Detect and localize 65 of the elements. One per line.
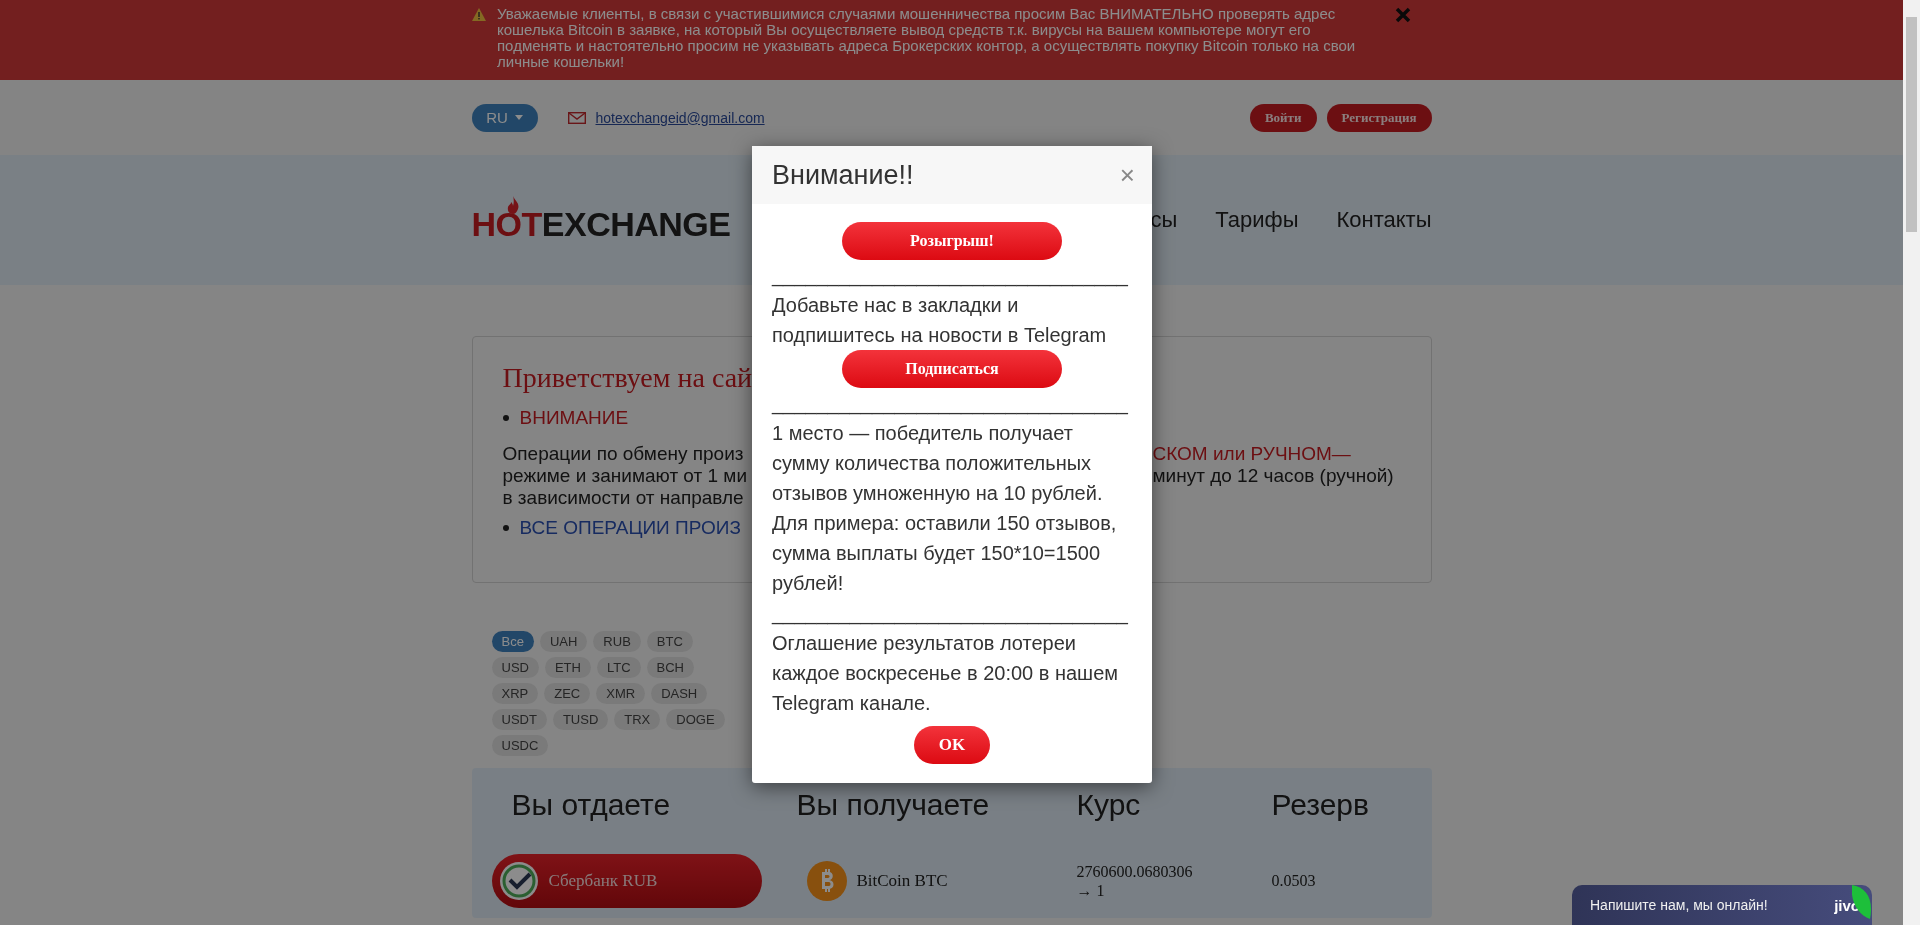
bullet-icon	[502, 525, 509, 531]
nav-link[interactable]: Тарифы	[1215, 207, 1299, 233]
notice-text: СКОМ или РУЧНОМ—	[1152, 443, 1351, 464]
nav-link[interactable]: сы	[1150, 207, 1178, 233]
currency-filter[interactable]: USDT	[491, 709, 547, 730]
underscore-divider: ________________________________	[772, 264, 1128, 286]
column-header: Курс	[1075, 787, 1142, 823]
rate-text: 2760600.0680306	[1076, 862, 1194, 881]
currency-filter[interactable]: TRX	[614, 709, 661, 730]
currency-option[interactable]: Сбербанк RUB	[491, 854, 762, 908]
underscore-divider: ________________________________	[772, 392, 1128, 414]
register-button[interactable]: Регистрация	[1326, 103, 1432, 132]
modal-paragraph: Добавьте нас в закладки и подпишитесь на новости в Telegram	[772, 293, 1108, 348]
currency-filter[interactable]: XMR	[596, 683, 646, 704]
currency-filter[interactable]: Все	[491, 631, 534, 652]
bullet-icon	[502, 415, 509, 421]
language-dropdown[interactable]: RU	[471, 103, 538, 132]
scrollbar[interactable]	[1903, 0, 1920, 925]
column-header: Вы отдаете	[510, 787, 672, 823]
modal-paragraph: 1 место — победитель получает сумму количества положительных отзывов умноженную на 10 рублей. Для примера: оставили 150 отзывов, сумма выплаты будет 150*10=1500 рублей!	[772, 421, 1118, 596]
action-button[interactable]: Розыгрыш!	[842, 222, 1062, 260]
currency-filter[interactable]: XRP	[491, 683, 539, 704]
currency-filter[interactable]: USD	[491, 657, 539, 678]
currency-filter[interactable]: TUSD	[552, 709, 609, 730]
underscore-divider: ________________________________	[772, 602, 1128, 624]
currency-filter[interactable]: DASH	[651, 683, 708, 704]
warning-icon	[472, 8, 486, 21]
column-header: Вы получаете	[795, 787, 991, 823]
notice-heading: ВНИМАНИЕ	[519, 407, 629, 429]
currency-filter[interactable]: RUB	[593, 631, 641, 652]
currency-filter[interactable]: LTC	[596, 657, 641, 678]
currency-filter[interactable]: BTC	[646, 631, 693, 652]
currency-filter[interactable]: USDC	[491, 735, 549, 756]
ok-button[interactable]: OK	[914, 726, 990, 764]
notice-text: режиме и занимают от 1 ми	[502, 465, 748, 487]
currency-filter[interactable]: BCH	[646, 657, 694, 678]
column-header: Резерв	[1270, 787, 1370, 823]
close-button[interactable]: ×	[1119, 162, 1135, 188]
login-button[interactable]: Войти	[1249, 103, 1317, 132]
envelope-icon	[567, 111, 586, 124]
reserve-amount: 0.0503	[1271, 872, 1316, 889]
rate-text: → 1	[1076, 881, 1106, 900]
action-button[interactable]: Подписаться	[842, 350, 1062, 388]
currency-filter[interactable]: ZEC	[544, 683, 591, 704]
chat-prompt: Напишите нам, мы онлайн!	[1590, 897, 1769, 913]
alert-message: Уважаемые клиенты, в связи с участившимися случаями мошенничества просим Вас ВНИМАТЕЛЬНО проверять адрес кошелька Bitcoin в заявке, на который Вы осуществляете вывод средств т.к. вирусы на вашем компьютере могут его подменять и настоятельно просим не указывать адреса Брокерских контор, а осуществлять покупку Bitcoin только на свои личные кошельки!	[497, 6, 1357, 70]
bitcoin-icon	[806, 861, 847, 901]
notice-text: Операции по обмену произ	[502, 443, 744, 465]
currency-filter[interactable]: UAH	[539, 631, 588, 652]
modal-paragraph: Оглашение результатов лотереи каждое воскресенье в 20:00 в нашем Telegram канале.	[772, 631, 1119, 716]
welcome-title: Приветствуем на сай	[502, 361, 753, 395]
close-icon[interactable]	[1395, 7, 1411, 23]
notice-text: минут до 12 часов (ручной)	[1152, 465, 1394, 486]
modal-title: Внимание!!	[772, 159, 915, 191]
currency-name: BitCoin BTC	[856, 871, 948, 891]
logo[interactable]: HOTEXCHANGE	[471, 194, 731, 246]
notice-text: в зависимости от направле	[502, 487, 744, 509]
email-link[interactable]: hotexchangeid@gmail.com	[595, 109, 765, 126]
caret-icon	[514, 115, 523, 120]
currency-filter[interactable]: DOGE	[666, 709, 725, 730]
check-circle-icon	[498, 861, 539, 901]
currency-filter[interactable]: ETH	[544, 657, 591, 678]
notice-link[interactable]: ВСЕ ОПЕРАЦИИ ПРОИЗ	[519, 517, 741, 539]
nav-link[interactable]: Контакты	[1336, 207, 1432, 233]
scroll-thumb[interactable]	[1906, 17, 1917, 232]
